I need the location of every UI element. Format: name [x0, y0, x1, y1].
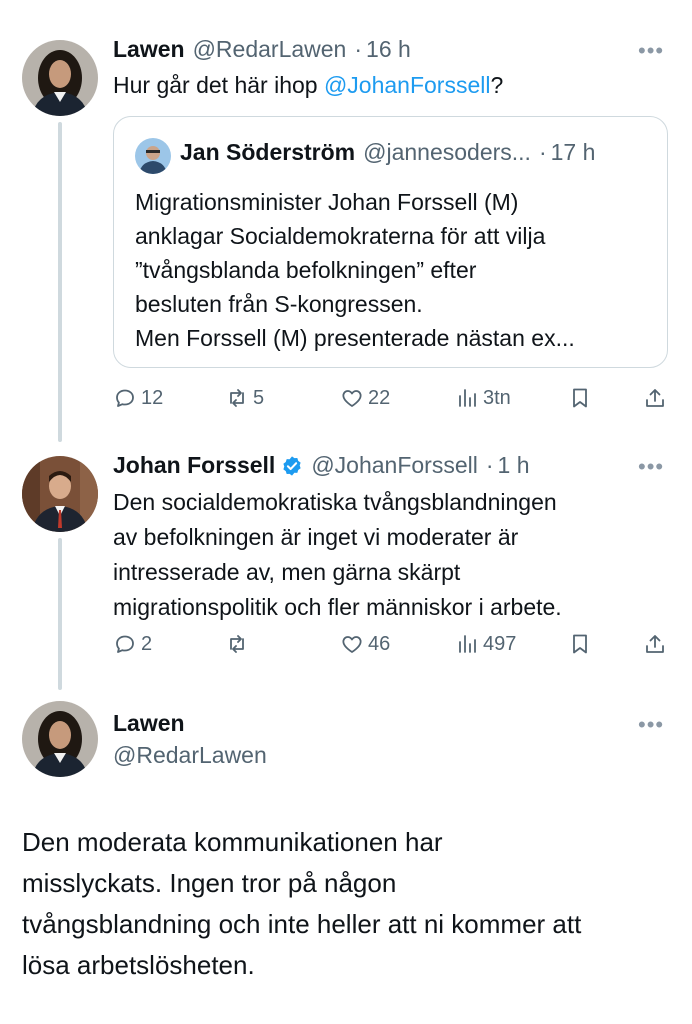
like-count: 46 — [368, 632, 391, 655]
tweet-text: Hur går det här ihop @JohanForssell? — [113, 69, 503, 102]
bookmark-icon — [573, 388, 587, 408]
quote-text: Migrationsminister Johan Forssell (M) an… — [135, 185, 575, 355]
avatar[interactable] — [22, 40, 98, 116]
avatar[interactable] — [22, 701, 98, 777]
bookmark-button[interactable] — [568, 386, 592, 410]
timestamp[interactable]: 16 h — [366, 36, 411, 63]
share-button[interactable] — [643, 632, 667, 656]
tweet-line: intresserade av, men gärna skärpt — [113, 559, 461, 585]
timestamp[interactable]: 1 h — [498, 452, 530, 479]
tweet-actions: 2 46 497 — [113, 632, 670, 662]
mention-link[interactable]: @JohanForssell — [324, 72, 491, 98]
separator-dot: · — [354, 36, 363, 62]
like-button[interactable]: 46 — [340, 632, 390, 656]
quote-author-name: Jan Söderström — [180, 139, 356, 165]
author-handle[interactable]: @JohanForssell — [311, 452, 478, 479]
share-button[interactable] — [643, 386, 667, 410]
bookmark-icon — [573, 634, 587, 654]
share-icon — [646, 635, 664, 653]
author-handle[interactable]: @RedarLawen — [113, 742, 267, 769]
verified-badge-icon — [283, 455, 301, 476]
tweet-line: tvångsblandning och inte heller att ni k… — [22, 909, 582, 939]
tweet-text: Den socialdemokratiska tvångsblandningen… — [113, 485, 562, 625]
quote-author-handle: @jannesoders... — [363, 139, 531, 165]
reply-count: 2 — [141, 632, 153, 655]
reply-count: 12 — [141, 386, 164, 409]
author-handle[interactable]: @RedarLawen — [193, 36, 347, 63]
avatar[interactable] — [22, 456, 98, 532]
quote-timestamp: 17 h — [550, 139, 596, 165]
repost-icon — [230, 389, 244, 407]
views-icon — [459, 389, 476, 407]
views-count: 3tn — [483, 386, 511, 409]
reply-button[interactable]: 12 — [113, 386, 163, 410]
author-name[interactable]: Lawen — [113, 36, 185, 63]
tweet-header: Lawen @RedarLawen · 16 h — [113, 36, 411, 63]
reply-icon — [116, 635, 134, 653]
quote-line: Migrationsminister Johan Forssell (M) — [135, 189, 519, 215]
quoted-tweet[interactable]: Jan Söderström @jannesoders... · 17 h Mi… — [113, 116, 668, 368]
thread-line — [58, 122, 62, 442]
author-name[interactable]: Johan Forssell — [113, 452, 275, 479]
more-icon[interactable]: ••• — [638, 38, 664, 64]
views-button[interactable]: 497 — [455, 632, 516, 656]
reply-button[interactable]: 2 — [113, 632, 152, 656]
share-icon — [646, 389, 664, 407]
tweet-text-part: Hur går det här ihop — [113, 72, 324, 98]
tweet-line: lösa arbetslösheten. — [22, 950, 255, 980]
bookmark-button[interactable] — [568, 632, 592, 656]
quote-line: ”tvångsblanda befolkningen” efter — [135, 257, 477, 283]
repost-icon — [230, 635, 244, 653]
like-button[interactable]: 22 — [340, 386, 390, 410]
repost-button[interactable] — [225, 632, 253, 656]
repost-button[interactable]: 5 — [225, 386, 264, 410]
quote-avatar — [135, 138, 171, 174]
tweet-actions: 12 5 22 3tn — [113, 386, 670, 416]
author-name[interactable]: Lawen — [113, 710, 185, 737]
thread-line — [58, 538, 62, 690]
like-count: 22 — [368, 386, 391, 409]
repost-count: 5 — [253, 386, 265, 409]
more-icon[interactable]: ••• — [638, 454, 664, 480]
like-icon — [342, 390, 362, 407]
views-button[interactable]: 3tn — [455, 386, 511, 410]
separator-dot: · — [538, 139, 547, 165]
reply-icon — [116, 389, 134, 407]
tweet-line: Den moderata kommunikationen har — [22, 827, 443, 857]
quote-line: besluten från S-kongressen. — [135, 291, 423, 317]
tweet-header: Johan Forssell @JohanForssell · 1 h — [113, 452, 530, 479]
views-count: 497 — [483, 632, 517, 655]
more-icon[interactable]: ••• — [638, 712, 664, 738]
quote-line: anklagar Socialdemokraterna för att vilj… — [135, 223, 546, 249]
views-icon — [459, 635, 476, 653]
quote-header: Jan Söderström @jannesoders... · 17 h — [180, 139, 595, 166]
like-icon — [342, 636, 362, 653]
tweet-text-part: ? — [490, 72, 504, 98]
tweet-text: Den moderata kommunikationen har misslyc… — [22, 822, 581, 986]
tweet-line: Den socialdemokratiska tvångsblandningen — [113, 489, 557, 515]
tweet-line: av befolkningen är inget vi moderater är — [113, 524, 519, 550]
tweet-line: migrationspolitik och fler människor i a… — [113, 594, 562, 620]
tweet-line: misslyckats. Ingen tror på någon — [22, 868, 397, 898]
quote-line: Men Forssell (M) presenterade nästan ex.… — [135, 325, 575, 351]
separator-dot: · — [485, 452, 494, 478]
